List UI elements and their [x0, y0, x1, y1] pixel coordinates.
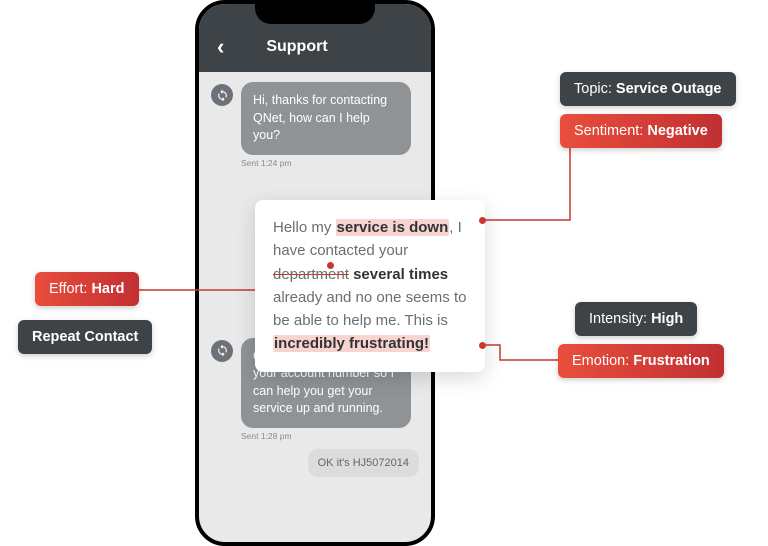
connector-dot — [327, 262, 334, 269]
tag-intensity: Intensity: High — [575, 302, 697, 336]
card-text: already and no one seems to be able to h… — [273, 289, 466, 329]
strike-department: department — [273, 266, 349, 283]
tag-effort: Effort: Hard — [35, 272, 139, 306]
tag-topic: Topic: Service Outage — [560, 72, 736, 106]
highlight-frustrating: incredibly frustrating! — [273, 335, 430, 352]
highlight-service-down: service is down — [336, 219, 450, 236]
card-text: Hello my — [273, 219, 336, 236]
connector-dot — [479, 342, 486, 349]
tag-sentiment: Sentiment: Negative — [560, 114, 722, 148]
connector-dot — [479, 217, 486, 224]
tag-emotion: Emotion: Frustration — [558, 344, 724, 378]
highlight-several-times: several times — [353, 266, 448, 283]
tag-repeat-contact: Repeat Contact — [18, 320, 152, 354]
analyzed-message-card: Hello my service is down, I have contact… — [255, 200, 485, 372]
